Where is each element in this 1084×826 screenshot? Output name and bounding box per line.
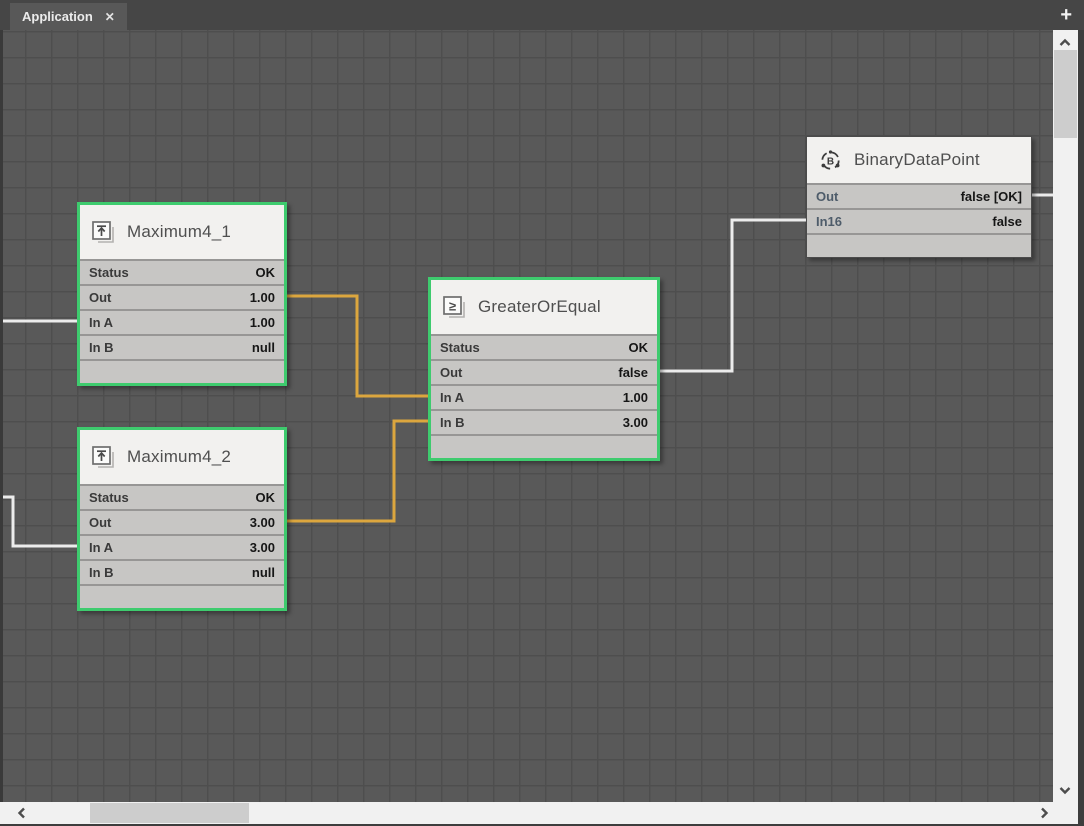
- node-binarydatapoint[interactable]: B BinaryDataPoint Out false [OK] In16 fa…: [806, 136, 1032, 258]
- node-title: Maximum4_1: [127, 222, 231, 242]
- node-footer: [431, 434, 657, 458]
- tab-label: Application: [22, 9, 93, 24]
- greater-or-equal-icon: ≥: [442, 295, 467, 320]
- slot-value: OK: [256, 490, 276, 505]
- slot-label: Out: [89, 515, 111, 530]
- slot-value: 3.00: [250, 515, 275, 530]
- slot-row-in-a[interactable]: In A 1.00: [80, 309, 284, 334]
- slot-value: false [OK]: [961, 189, 1022, 204]
- node-header[interactable]: ≥ GreaterOrEqual: [431, 280, 657, 334]
- scroll-down-icon[interactable]: [1057, 782, 1073, 798]
- node-footer: [807, 233, 1031, 257]
- vertical-scrollbar[interactable]: [1053, 30, 1078, 802]
- slot-label: In A: [89, 315, 113, 330]
- slot-row-status[interactable]: Status OK: [80, 484, 284, 509]
- node-footer: [80, 359, 284, 383]
- slot-row-status[interactable]: Status OK: [80, 259, 284, 284]
- slot-label: In B: [89, 565, 114, 580]
- node-maximum4-1[interactable]: Maximum4_1 Status OK Out 1.00 In A 1.00 …: [77, 202, 287, 386]
- slot-row-in-b[interactable]: In B null: [80, 334, 284, 359]
- slot-value: 3.00: [250, 540, 275, 555]
- slot-label: In B: [89, 340, 114, 355]
- wire-sheet-editor: { "window": { "tab": { "label": "Applica…: [0, 0, 1084, 826]
- slot-row-in-b[interactable]: In B null: [80, 559, 284, 584]
- maximum-icon: [91, 445, 116, 470]
- slot-value: 1.00: [623, 390, 648, 405]
- node-header[interactable]: B BinaryDataPoint: [807, 137, 1031, 183]
- slot-label: In16: [816, 214, 842, 229]
- horizontal-scrollbar-thumb[interactable]: [90, 803, 249, 823]
- slot-value: false: [618, 365, 648, 380]
- svg-text:≥: ≥: [449, 298, 456, 313]
- slot-row-out[interactable]: Out 3.00: [80, 509, 284, 534]
- slot-row-in-a[interactable]: In A 1.00: [431, 384, 657, 409]
- slot-row-in-b[interactable]: In B 3.00: [431, 409, 657, 434]
- scroll-left-icon[interactable]: [14, 805, 30, 821]
- node-title: Maximum4_2: [127, 447, 231, 467]
- slot-label: Out: [89, 290, 111, 305]
- slot-row-out[interactable]: Out 1.00: [80, 284, 284, 309]
- slot-value: 1.00: [250, 315, 275, 330]
- slot-label: Status: [89, 265, 129, 280]
- svg-text:B: B: [827, 156, 834, 167]
- node-footer: [80, 584, 284, 608]
- vertical-scrollbar-thumb[interactable]: [1054, 50, 1077, 138]
- maximum-icon: [91, 220, 116, 245]
- slot-value: false: [992, 214, 1022, 229]
- binary-data-point-icon: B: [818, 148, 843, 173]
- slot-value: null: [252, 565, 275, 580]
- scroll-up-icon[interactable]: [1057, 35, 1073, 51]
- horizontal-scrollbar[interactable]: [0, 802, 1078, 824]
- slot-label: Out: [440, 365, 462, 380]
- slot-label: In B: [440, 415, 465, 430]
- slot-label: Out: [816, 189, 838, 204]
- node-header[interactable]: Maximum4_1: [80, 205, 284, 259]
- tab-bar: Application ✕ +: [0, 0, 1084, 30]
- node-header[interactable]: Maximum4_2: [80, 430, 284, 484]
- slot-value: null: [252, 340, 275, 355]
- slot-row-in16[interactable]: In16 false: [807, 208, 1031, 233]
- node-title: GreaterOrEqual: [478, 297, 601, 317]
- slot-row-in-a[interactable]: In A 3.00: [80, 534, 284, 559]
- slot-row-out[interactable]: Out false: [431, 359, 657, 384]
- slot-label: In A: [440, 390, 464, 405]
- slot-label: In A: [89, 540, 113, 555]
- slot-value: 1.00: [250, 290, 275, 305]
- node-greaterorequal[interactable]: ≥ GreaterOrEqual Status OK Out false In …: [428, 277, 660, 461]
- slot-label: Status: [440, 340, 480, 355]
- slot-row-out[interactable]: Out false [OK]: [807, 183, 1031, 208]
- slot-label: Status: [89, 490, 129, 505]
- scroll-right-icon[interactable]: [1036, 805, 1052, 821]
- new-tab-button[interactable]: +: [1060, 2, 1072, 28]
- slot-value: OK: [256, 265, 276, 280]
- node-title: BinaryDataPoint: [854, 150, 980, 170]
- tab-close-icon[interactable]: ✕: [105, 11, 115, 23]
- slot-value: 3.00: [623, 415, 648, 430]
- slot-value: OK: [629, 340, 649, 355]
- slot-row-status[interactable]: Status OK: [431, 334, 657, 359]
- tab-application[interactable]: Application ✕: [10, 3, 127, 30]
- node-maximum4-2[interactable]: Maximum4_2 Status OK Out 3.00 In A 3.00 …: [77, 427, 287, 611]
